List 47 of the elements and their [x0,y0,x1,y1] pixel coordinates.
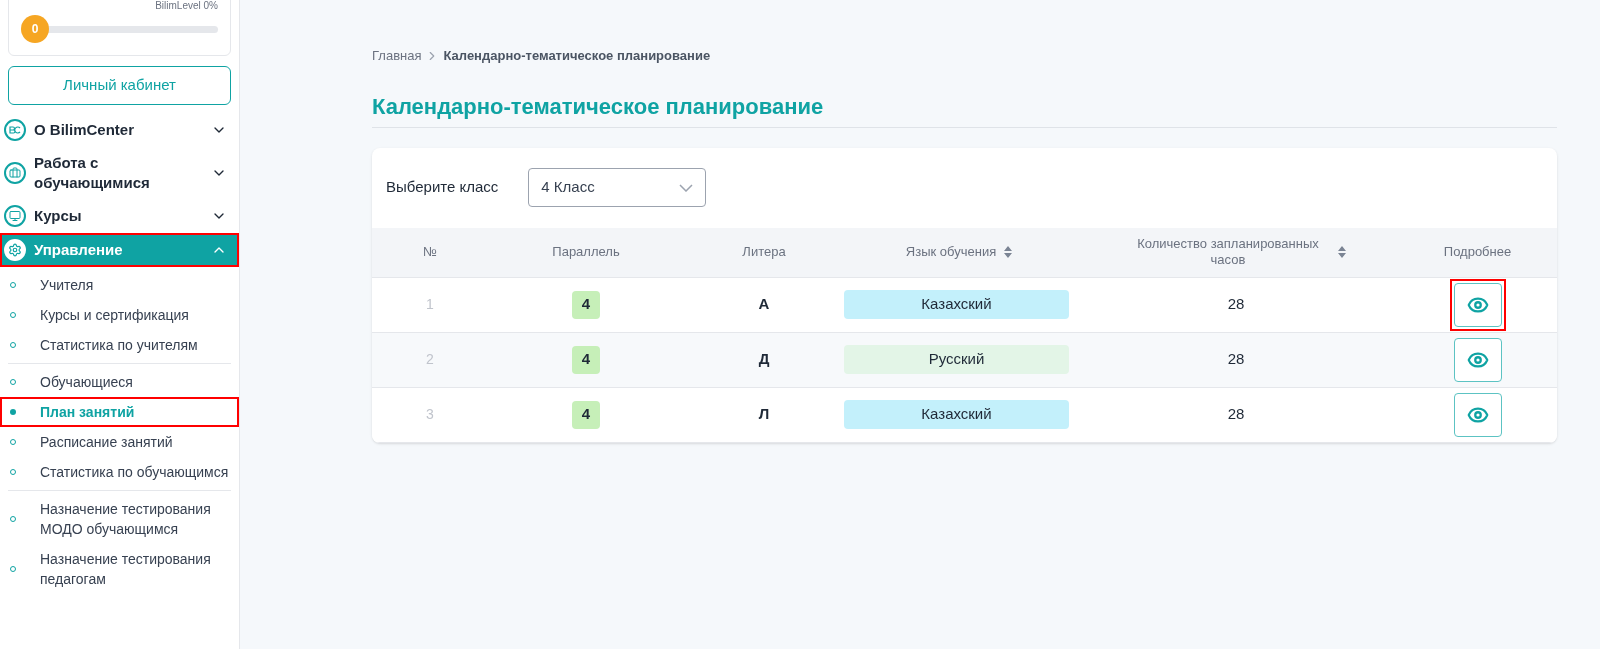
view-button[interactable] [1453,337,1502,382]
hours-cell-text: 28 [1226,294,1246,315]
language-badge: Русский [844,345,1069,374]
class-select[interactable]: 4 Класс [528,168,707,207]
letter-cell-text: А [757,294,771,315]
gear-icon [4,239,26,261]
row-number: 3 [425,405,435,424]
chevron-down-icon [679,183,694,192]
submenu-item[interactable]: Статистика по обучающимся [0,457,239,487]
bc-logo-icon [4,119,26,141]
parallel-badge: 4 [572,345,600,374]
letter-cell-text: Л [757,404,771,425]
column-header[interactable]: Количество запланированных часов [1126,236,1346,268]
submenu-item[interactable]: Статистика по учителям [0,330,239,360]
page-title: Календарно-тематическое планирование [372,89,1557,128]
breadcrumb-current: Календарно-тематическое планирование [443,47,711,65]
sort-icon [1338,246,1346,258]
hours-cell-text: 28 [1226,349,1246,370]
column-header[interactable]: Язык обучения [905,244,1013,260]
submenu-item[interactable]: Назначение тестирования педагогам [0,544,239,594]
submenu-item[interactable]: Обучающиеся [0,367,239,397]
level-badge: 0 [21,15,49,43]
hours-cell-text: 28 [1226,404,1246,425]
submenu-item[interactable]: Расписание занятий [0,427,239,457]
sort-icon [1004,246,1013,258]
column-header: Параллель [552,244,620,260]
column-header: Литера [742,244,786,260]
letter-cell-text: Д [757,349,771,370]
level-label: BilimLevel 0% [154,1,218,11]
menu-item[interactable]: О BilimCenter [0,113,239,147]
submenu-item[interactable]: Назначение тестирования МОДО обучающимся [0,494,239,544]
language-badge: Казахский [844,400,1069,429]
submenu-item[interactable]: Учителя [0,270,239,300]
parallel-badge: 4 [572,400,600,429]
menu-item[interactable]: Работа с обучающимися [0,147,239,199]
parallel-badge: 4 [572,290,600,319]
language-badge: Казахский [844,290,1069,319]
briefcase-icon [4,162,26,184]
submenu-item[interactable]: Курсы и сертификация [0,300,239,330]
menu-item[interactable]: Курсы [0,199,239,233]
column-header: № [423,244,437,260]
column-header: Подробнее [1443,244,1512,260]
view-button[interactable] [1453,392,1502,437]
breadcrumb-link[interactable]: Главная [372,46,422,66]
row-number: 1 [425,295,435,314]
class-select-label: Выберите класс [386,177,499,198]
monitor-icon [4,205,26,227]
